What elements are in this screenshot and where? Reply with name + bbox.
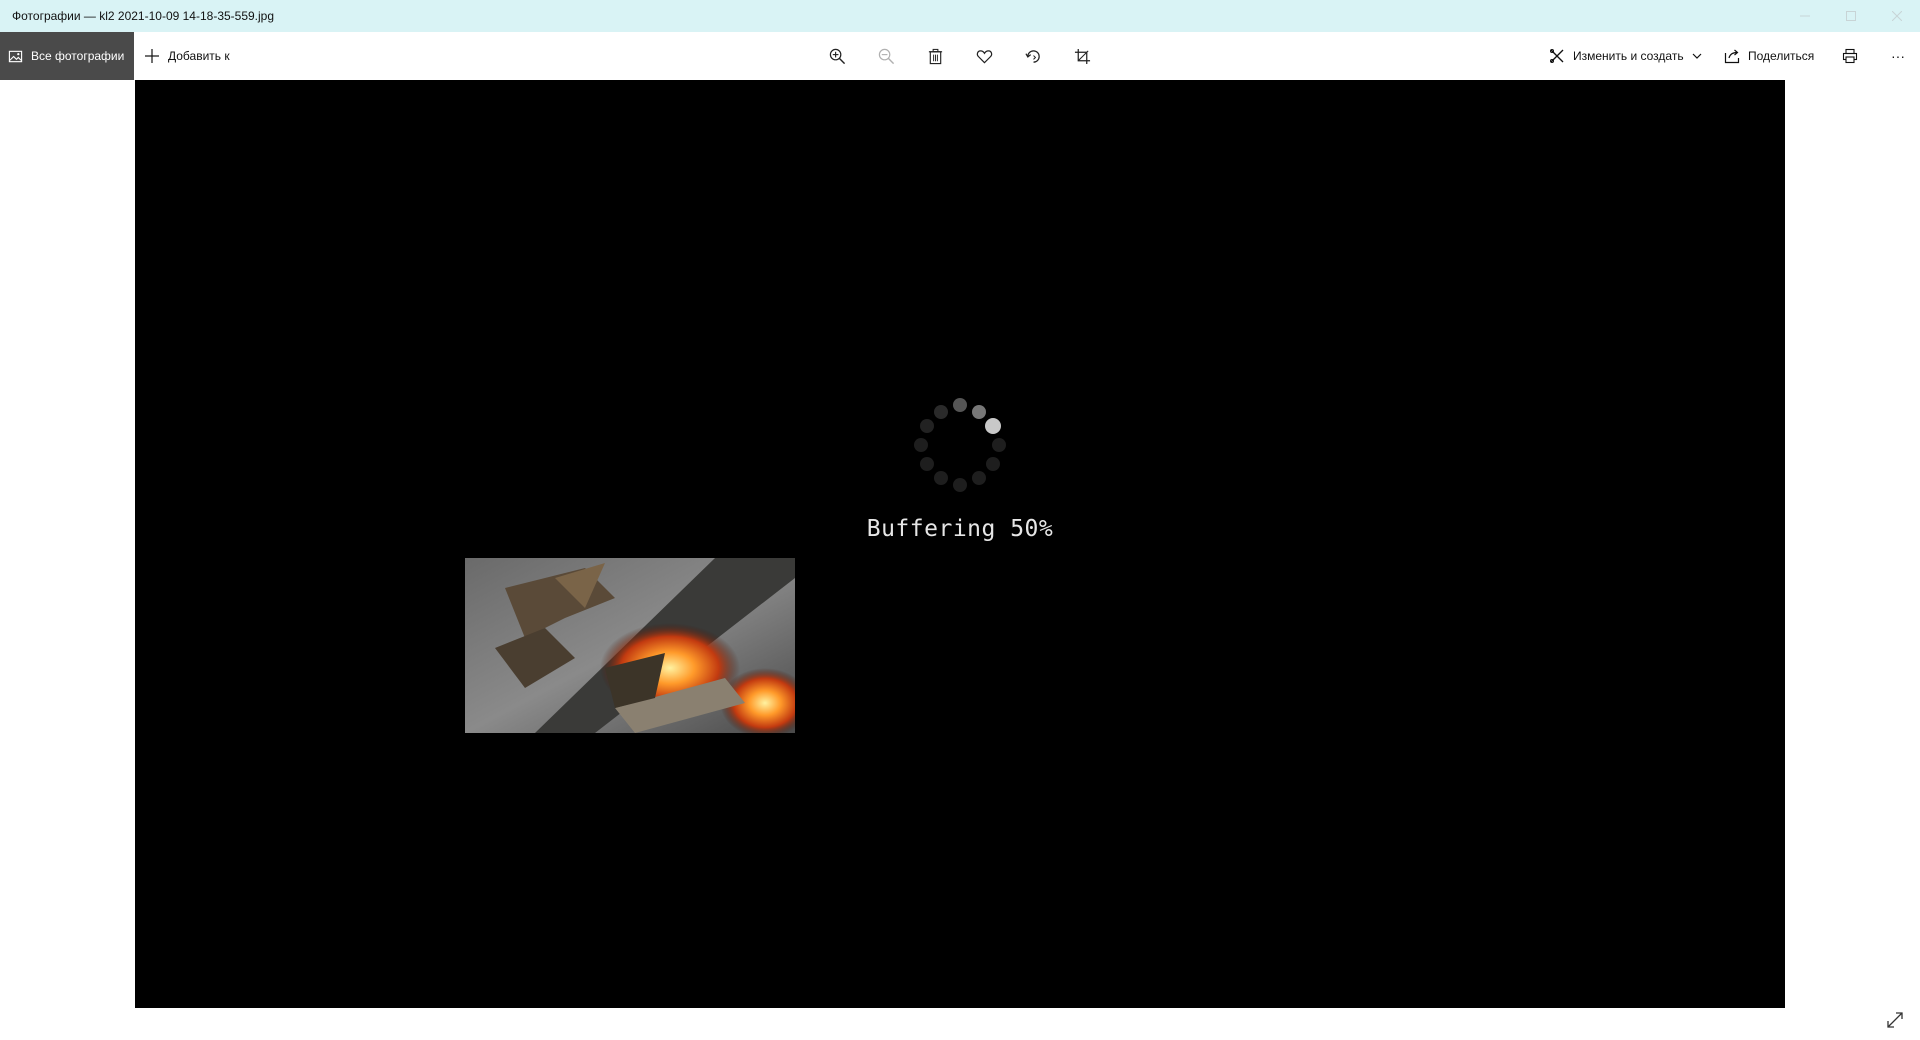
more-options-button[interactable]: ···	[1886, 32, 1910, 80]
zoom-in-icon	[829, 48, 845, 64]
delete-button[interactable]	[915, 32, 955, 80]
plus-icon	[145, 49, 159, 63]
add-to-label: Добавить к	[168, 49, 230, 63]
share-button[interactable]: Поделиться	[1724, 32, 1814, 80]
photo-icon	[8, 50, 23, 62]
trash-icon	[928, 48, 942, 64]
all-photos-label: Все фотографии	[31, 49, 125, 63]
share-label: Поделиться	[1748, 49, 1815, 63]
window-title: Фотографии — kl2 2021-10-09 14-18-35-559…	[12, 9, 275, 23]
favorite-button[interactable]	[964, 32, 1004, 80]
rotate-button[interactable]	[1013, 32, 1053, 80]
crop-button[interactable]	[1062, 32, 1102, 80]
expand-icon	[1887, 1012, 1903, 1028]
rotate-icon	[1024, 49, 1040, 63]
edit-create-label: Изменить и создать	[1573, 49, 1684, 63]
maximize-icon	[1846, 11, 1856, 21]
fullscreen-button[interactable]	[1880, 1005, 1910, 1035]
buffering-text: Buffering 50%	[866, 516, 1054, 542]
title-bar: Фотографии — kl2 2021-10-09 14-18-35-559…	[0, 0, 1920, 32]
print-button[interactable]	[1838, 32, 1862, 80]
window-controls	[1782, 0, 1920, 32]
more-options-icon: ···	[1891, 48, 1905, 64]
video-frame-image	[465, 558, 795, 733]
edit-create-icon	[1550, 49, 1564, 63]
chevron-down-icon	[1692, 53, 1702, 59]
printer-icon	[1842, 48, 1858, 64]
maximize-button[interactable]	[1828, 0, 1874, 32]
loading-spinner	[914, 398, 1006, 492]
edit-create-button[interactable]: Изменить и создать	[1549, 32, 1702, 80]
share-icon	[1724, 49, 1740, 64]
add-to-button[interactable]: Добавить к	[144, 32, 230, 80]
zoom-out-icon	[878, 48, 894, 64]
all-photos-button[interactable]: Все фотографии	[0, 32, 134, 80]
toolbar: Все фотографии Добавить к Изменить и соз…	[0, 32, 1920, 80]
close-icon	[1892, 11, 1902, 21]
minimize-icon	[1800, 15, 1810, 17]
crop-icon	[1074, 48, 1090, 64]
photo-viewer[interactable]: Buffering 50%	[135, 80, 1785, 1008]
zoom-in-button[interactable]	[817, 32, 857, 80]
close-button[interactable]	[1874, 0, 1920, 32]
zoom-out-button[interactable]	[866, 32, 906, 80]
heart-icon	[976, 49, 992, 64]
minimize-button[interactable]	[1782, 0, 1828, 32]
